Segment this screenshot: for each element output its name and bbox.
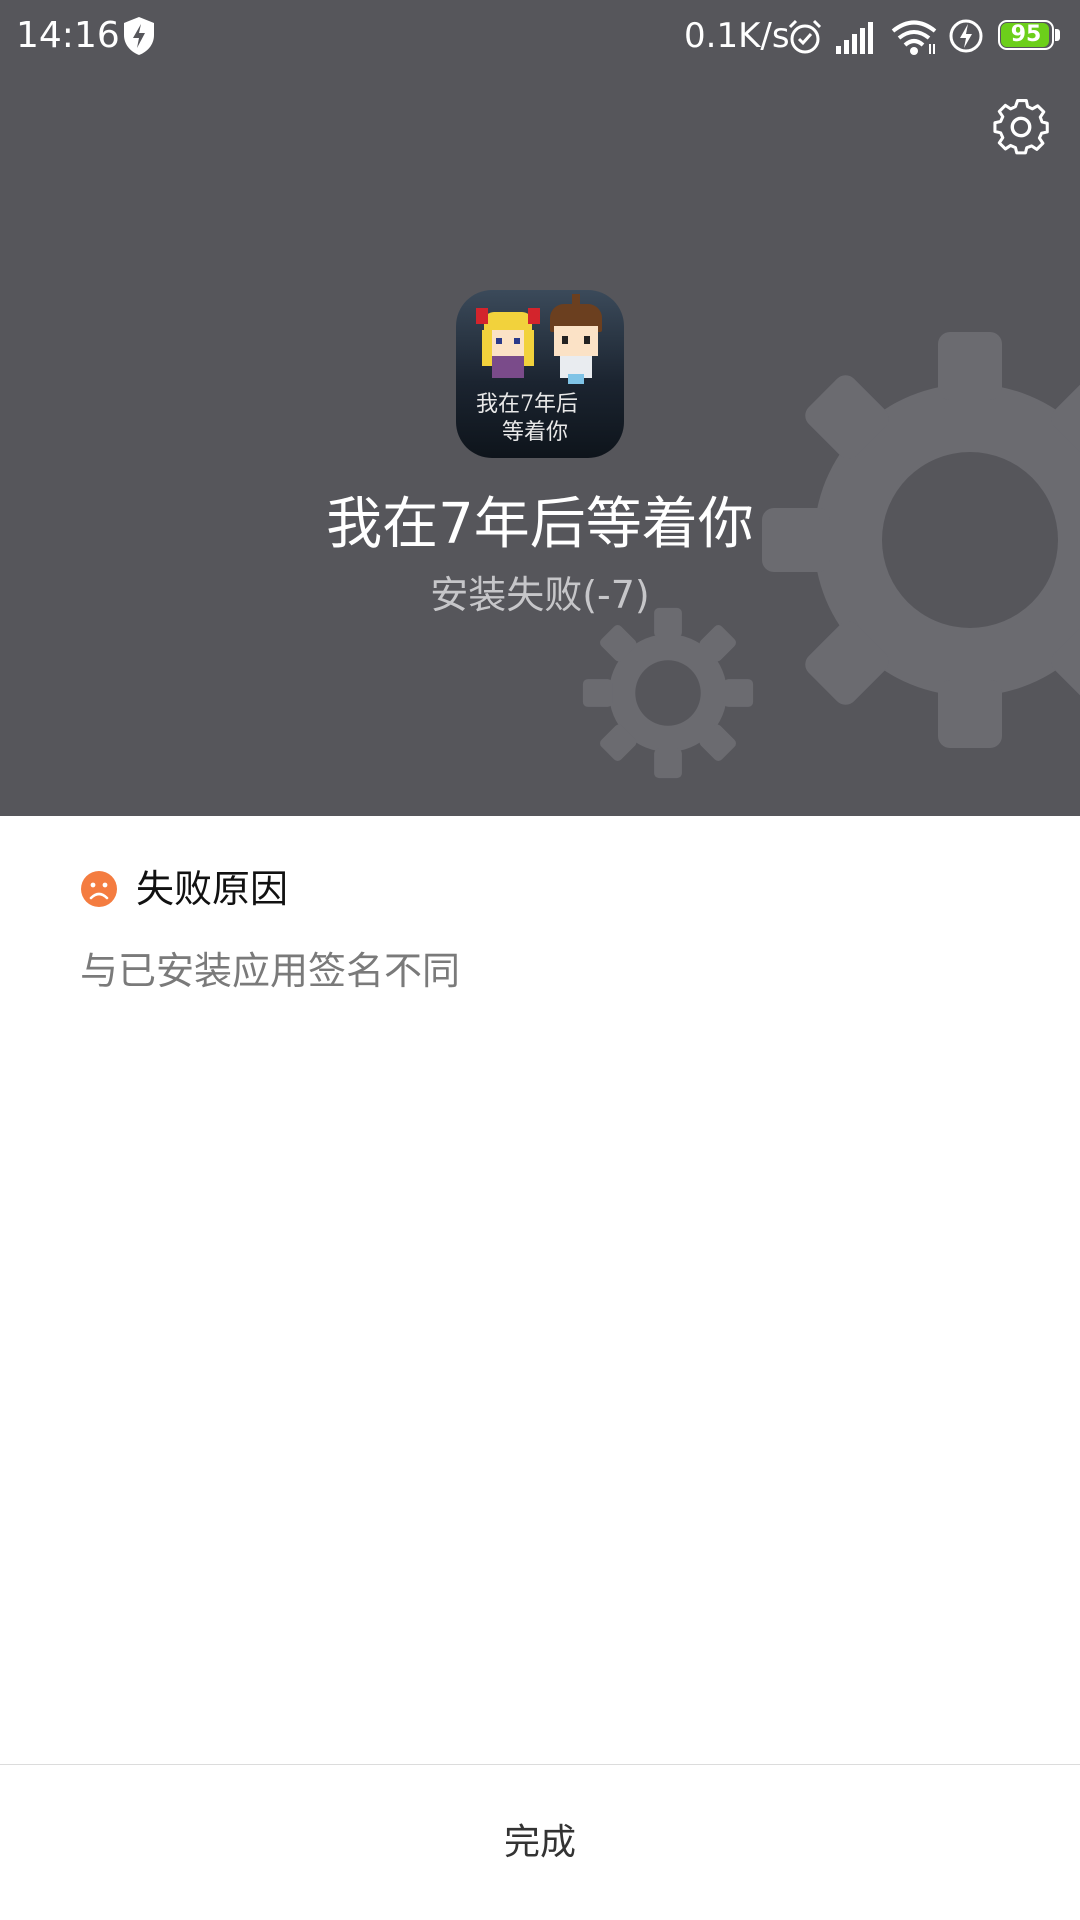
app-name: 我在7年后等着你 bbox=[326, 492, 754, 557]
app-icon-text-line2: 等着你 bbox=[502, 420, 569, 445]
install-status: 安装失败(-7) bbox=[430, 573, 650, 617]
sad-face-icon bbox=[81, 871, 117, 907]
status-time: 14:16 bbox=[16, 15, 120, 56]
settings-gear-icon[interactable] bbox=[990, 96, 1052, 158]
done-button[interactable]: 完成 bbox=[0, 1765, 1080, 1920]
signal-icon bbox=[836, 22, 873, 54]
failure-reason-text: 与已安装应用签名不同 bbox=[80, 949, 461, 993]
battery-icon: 95 bbox=[998, 20, 1060, 52]
install-header: 14:16 0.1K/s 95 我在7年后 等着你 我在7年后等着你 安装失败(… bbox=[0, 0, 1080, 816]
bottom-action-bar: 完成 bbox=[0, 1764, 1080, 1920]
charging-icon bbox=[949, 19, 983, 53]
app-icon: 我在7年后 等着你 bbox=[456, 290, 624, 458]
alarm-icon bbox=[788, 19, 822, 54]
status-bar: 14:16 0.1K/s 95 bbox=[0, 0, 1080, 76]
battery-level: 95 bbox=[1010, 22, 1042, 47]
background-gear-small-icon bbox=[582, 607, 754, 779]
install-result-screen: 14:16 0.1K/s 95 我在7年后 等着你 我在7年后等着你 安装失败(… bbox=[0, 0, 1080, 1920]
network-speed: 0.1K/s bbox=[684, 16, 790, 56]
shield-bolt-icon bbox=[124, 17, 154, 55]
wifi-icon bbox=[891, 20, 937, 55]
failure-reason-title: 失败原因 bbox=[136, 867, 289, 911]
